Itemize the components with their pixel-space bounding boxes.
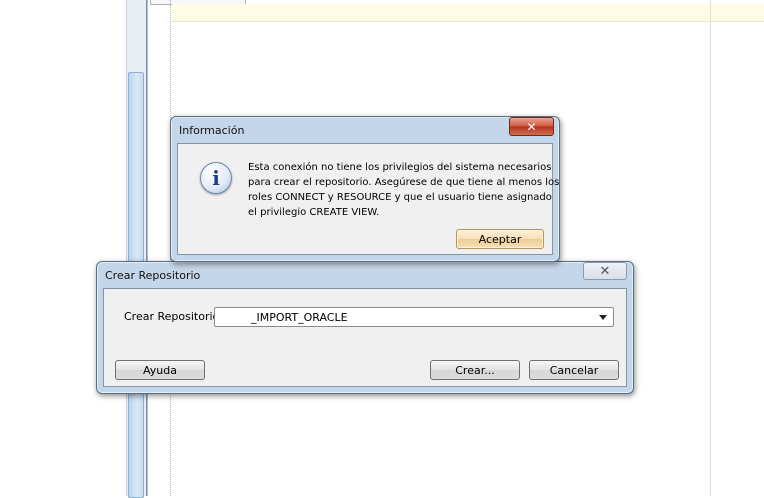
message-line: Esta conexión no tiene los privilegios d…	[248, 162, 552, 173]
dialog-title: Crear Repositorio	[105, 269, 201, 282]
info-icon: i	[200, 162, 232, 194]
editor-current-line[interactable]	[172, 4, 764, 22]
info-icon-glyph: i	[212, 166, 220, 190]
create-button[interactable]: Crear...	[430, 360, 520, 380]
editor-right-margin	[710, 0, 711, 496]
message-line: el privilegio CREATE VIEW.	[248, 207, 380, 218]
repository-selected-value: _IMPORT_ORACLE	[251, 311, 348, 324]
accept-button[interactable]: Aceptar	[456, 229, 544, 249]
help-button[interactable]: Ayuda	[115, 360, 205, 380]
message-line: para crear el repositorio. Asegúrese de …	[248, 177, 560, 188]
chevron-down-icon[interactable]	[599, 315, 607, 320]
close-button[interactable]: ✕	[509, 117, 554, 136]
repository-select[interactable]: _IMPORT_ORACLE	[214, 307, 614, 327]
informacion-dialog: Información ✕ i Esta conexión no tiene l…	[170, 116, 560, 262]
cancel-button[interactable]: Cancelar	[529, 360, 619, 380]
message-line: roles CONNECT y RESOURCE y que el usuari…	[248, 192, 552, 203]
panel-divider	[146, 0, 147, 496]
info-message: Esta conexión no tiene los privilegios d…	[248, 160, 560, 220]
left-panel	[0, 0, 126, 496]
close-icon: ✕	[526, 119, 537, 134]
crear-repositorio-dialog: Crear Repositorio ✕ Crear Repositorio _I…	[96, 261, 634, 394]
dialog-title: Información	[179, 124, 245, 137]
close-button[interactable]: ✕	[583, 262, 627, 280]
close-icon: ✕	[599, 263, 611, 279]
dialog-content: Crear Repositorio _IMPORT_ORACLE Ayuda C…	[103, 288, 627, 387]
repository-label: Crear Repositorio	[124, 310, 220, 323]
dialog-content: i Esta conexión no tiene los privilegios…	[177, 143, 560, 255]
